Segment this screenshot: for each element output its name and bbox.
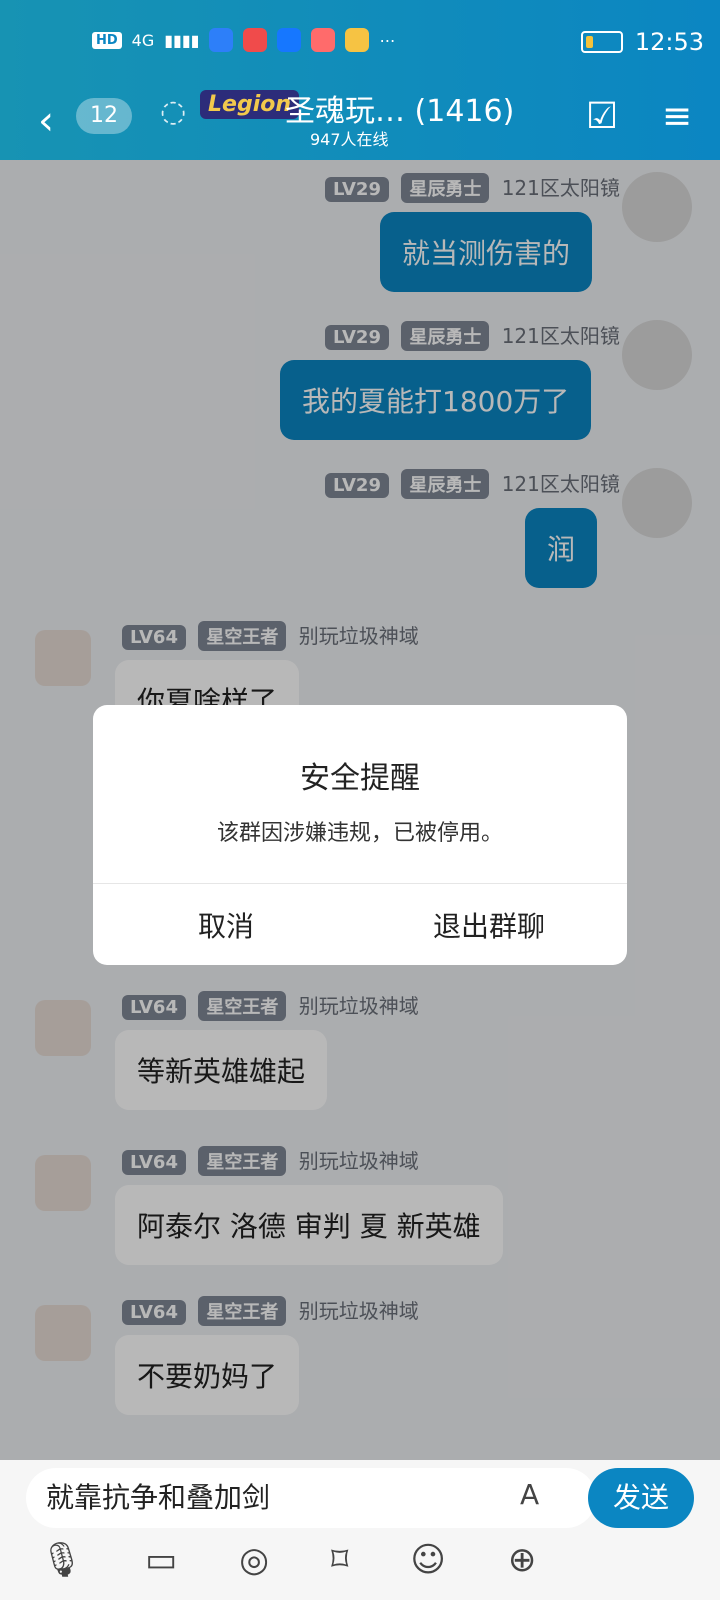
text-style-icon[interactable]: A [520, 1478, 539, 1511]
dialog-message: 该群因涉嫌违规，已被停用。 [216, 821, 503, 846]
time: 12:53 [634, 28, 704, 56]
unread-count-badge[interactable]: 12 [76, 98, 132, 134]
composer: 就靠抗争和叠加剑 A 发送 🎙 ▭ ◎ ⌑ ☺ ⊕ [0, 1460, 720, 1600]
more-icon: ⋯ [379, 30, 396, 50]
message-input[interactable]: 就靠抗争和叠加剑 [26, 1468, 596, 1528]
microphone-icon[interactable]: 🎙 [40, 1540, 83, 1580]
hd-indicator: HD [92, 31, 122, 49]
send-button[interactable]: 发送 [588, 1468, 694, 1528]
bookmark-icon[interactable]: ⌑ [331, 1540, 348, 1580]
status-bar: HD 4G ▮▮▮▮ ⋯ 12:53 [0, 0, 720, 80]
signal-indicator: 4G [131, 30, 155, 50]
app-icon [243, 28, 268, 52]
app-icon [311, 28, 336, 52]
group-title[interactable]: 圣魂玩… (1416) [285, 86, 514, 130]
plus-icon[interactable]: ⊕ [508, 1540, 537, 1580]
dialog-divider [93, 883, 627, 884]
composer-toolbar: 🎙 ▭ ◎ ⌑ ☺ ⊕ [40, 1540, 536, 1580]
dialog-title: 安全提醒 [300, 761, 420, 796]
camera-icon[interactable]: ◎ [239, 1540, 269, 1580]
app-icon [345, 28, 370, 52]
app-icon [277, 28, 302, 52]
ear-icon[interactable]: ◌ [160, 94, 186, 129]
signal-bars-icon: ▮▮▮▮ [164, 30, 200, 50]
emoji-icon[interactable]: ☺ [410, 1540, 445, 1580]
app-icon [209, 28, 234, 52]
image-icon[interactable]: ▭ [145, 1540, 177, 1580]
exit-group-button[interactable]: 退出群聊 [433, 905, 545, 945]
calendar-check-icon[interactable]: ☑ [586, 96, 618, 137]
online-count: 947人在线 [310, 130, 389, 149]
security-alert-dialog: 安全提醒 该群因涉嫌违规，已被停用。 取消 退出群聊 [93, 705, 627, 965]
cancel-button[interactable]: 取消 [198, 905, 254, 945]
battery-icon [580, 31, 623, 53]
chevron-left-icon[interactable]: ‹ [38, 98, 54, 144]
chat-header: ‹ 12 ◌ Legion 圣魂玩… (1416) 947人在线 ☑ ≡ [0, 80, 720, 160]
menu-icon[interactable]: ≡ [662, 96, 692, 137]
